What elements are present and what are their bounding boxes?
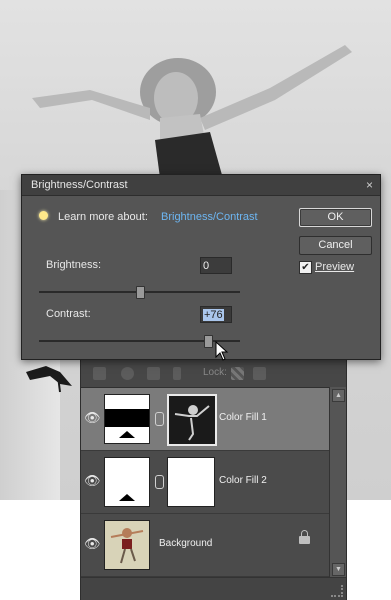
layer-row-color-fill-1[interactable]: 👁 Color Fill 1 [81, 388, 329, 451]
lock-label: Lock: [203, 367, 227, 378]
layer-row-color-fill-2[interactable]: 👁 Color Fill 2 [81, 451, 329, 514]
link-layers-icon[interactable] [173, 367, 181, 380]
ok-button[interactable]: OK [299, 208, 372, 227]
layers-toolbar: Lock: [81, 359, 346, 388]
trash-icon[interactable] [147, 367, 160, 380]
dialog-title: Brightness/Contrast [31, 179, 128, 191]
brightness-input[interactable]: 0 [200, 257, 232, 274]
learn-more-label: Learn more about: [58, 211, 148, 223]
mouse-pointer-icon [215, 341, 229, 361]
contrast-slider-track[interactable] [39, 335, 240, 348]
layers-scrollbar[interactable]: ▲ ▼ [329, 387, 346, 577]
layer-mask-thumbnail [167, 457, 215, 507]
scroll-up-icon[interactable]: ▲ [332, 389, 345, 402]
new-layer-icon[interactable] [93, 367, 106, 380]
layer-row-background[interactable]: 👁 Background [81, 514, 329, 577]
layer-name: Color Fill 2 [219, 475, 267, 486]
layers-panel: Lock: 👁 Color Fill 1 👁 Color Fill 2 👁 Ba… [80, 358, 347, 600]
contrast-slider-thumb[interactable] [203, 335, 213, 348]
contrast-label: Contrast: [46, 308, 91, 320]
chain-link-icon[interactable] [155, 475, 164, 489]
lock-all-icon[interactable] [253, 367, 266, 380]
lock-transparency-icon[interactable] [231, 367, 244, 380]
eye-icon[interactable]: 👁 [84, 536, 101, 552]
layer-name: Background [159, 538, 213, 549]
layer-thumbnail [104, 457, 150, 507]
dialog-titlebar[interactable]: Brightness/Contrast × [22, 175, 380, 196]
layer-mask-thumbnail [167, 394, 217, 446]
resize-grip-icon[interactable] [331, 585, 343, 597]
eye-icon[interactable]: 👁 [84, 410, 101, 426]
preview-checkbox[interactable]: ✔ [299, 261, 312, 274]
eye-icon[interactable]: 👁 [84, 473, 101, 489]
contrast-input[interactable]: +76 [200, 306, 232, 323]
lock-icon [299, 530, 310, 544]
brightness-contrast-dialog: Brightness/Contrast × Learn more about: … [21, 174, 381, 361]
scroll-down-icon[interactable]: ▼ [332, 563, 345, 576]
brightness-slider-thumb[interactable] [135, 286, 145, 299]
layer-thumbnail [104, 520, 150, 570]
close-icon[interactable]: × [366, 178, 373, 192]
chain-link-icon[interactable] [155, 412, 164, 426]
adjustment-layer-icon[interactable] [121, 367, 134, 380]
lightbulb-icon [39, 211, 48, 220]
preview-label[interactable]: Preview [315, 261, 354, 273]
brightness-slider-track[interactable] [39, 286, 240, 299]
layer-thumbnail [104, 394, 150, 444]
cancel-button[interactable]: Cancel [299, 236, 372, 255]
brightness-label: Brightness: [46, 259, 102, 271]
learn-more-link[interactable]: Brightness/Contrast [161, 211, 258, 223]
layer-name: Color Fill 1 [219, 412, 267, 423]
